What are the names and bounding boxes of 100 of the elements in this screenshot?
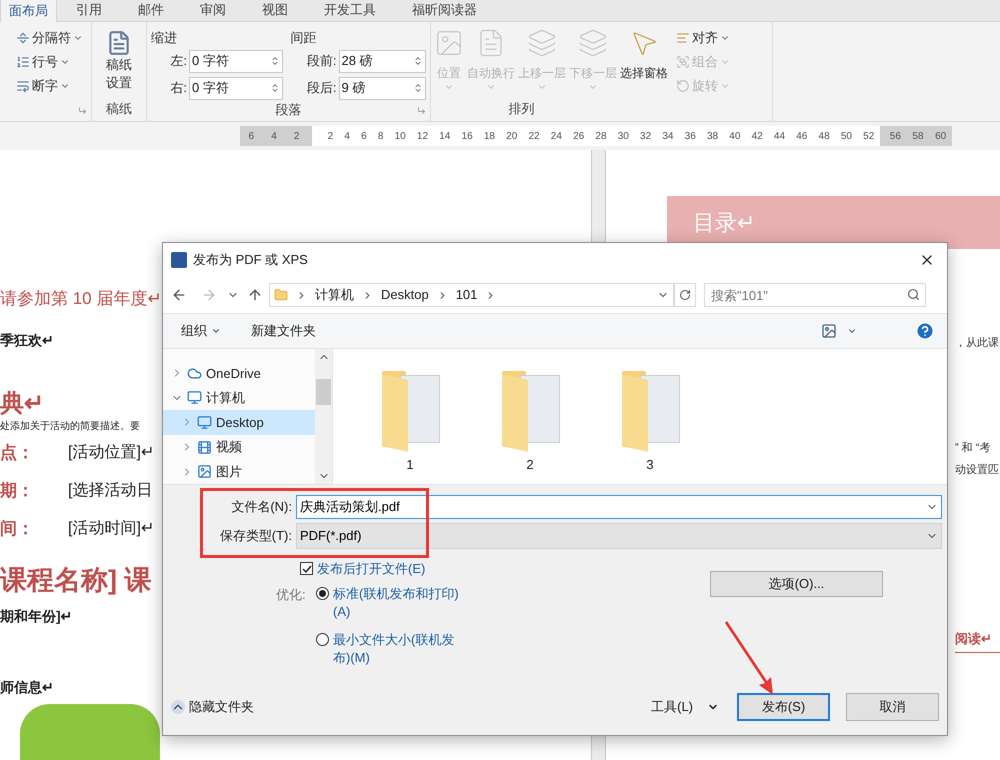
folder-item[interactable]: 2 [485,367,575,474]
detail-value: [活动位置]↵ [68,442,154,462]
ruler-number: 52 [863,130,874,144]
dialog-launcher-icon[interactable] [78,106,87,115]
spacing-label: 间距 [290,29,318,46]
ribbon-tab[interactable]: 引用 [59,0,119,21]
refresh-button[interactable] [674,283,696,307]
spin-field[interactable]: 0 字符 [189,50,283,72]
optimize-radio[interactable]: 标准(联机发布和打印)(A) [316,584,466,620]
optimize-radio[interactable]: 最小文件大小(联机发布)(M) [316,630,466,666]
dialog-title: 发布为 PDF 或 XPS [193,251,308,270]
ruler-number: 12 [416,130,428,144]
ribbon-tab[interactable]: 开发工具 [307,0,393,21]
ruler-number: 24 [550,130,562,144]
invitation-text: 请参加第 10 届年度↵ [0,288,162,310]
hide-folders-button[interactable]: 隐藏文件夹 [171,697,254,717]
ruler-number: 42 [752,130,763,144]
ribbon-menu-button[interactable]: 断字 [16,76,91,96]
file-name-field[interactable]: 庆典活动策划.pdf [296,495,942,519]
ribbon-item-icon [16,31,30,45]
spin-field[interactable]: 0 字符 [189,76,283,100]
toolbar-button[interactable]: 组织 [181,321,221,341]
breadcrumb-item[interactable]: Desktop [381,285,429,305]
tools-button[interactable]: 工具(L) [651,697,719,717]
ruler-number: 32 [640,130,652,144]
group-label: 段落 [276,101,302,119]
folder-icon [274,288,288,302]
nav-item-icon [197,440,212,455]
ribbon-menu-button[interactable]: 对齐 [676,28,730,48]
toolbar-button[interactable]: 新建文件夹 [251,321,316,341]
manuscript-settings-button[interactable]: 稿纸设置 [106,30,132,92]
ruler-number: 16 [462,130,473,144]
ribbon-large-button[interactable]: 选择窗格 [619,28,669,96]
ruler-number: 40 [729,130,740,144]
options-button[interactable]: 选项(O)... [710,571,883,597]
help-icon[interactable] [915,321,935,341]
nav-tree-item[interactable]: 视频 [163,434,315,460]
spin-field[interactable]: 9 磅 [338,76,426,100]
spacing-field-label: 右: [169,79,188,98]
ruler-number: 2 [294,130,300,144]
dialog-launcher-icon[interactable] [417,106,426,115]
teacher-heading: 师信息↵ [0,678,54,697]
folder-item[interactable]: 3 [605,367,695,474]
nav-tree-item[interactable]: 计算机 [163,386,315,410]
spinner-icon [413,56,423,66]
spacing-field-label: 段前: [306,52,338,70]
ruler-number: 2 [328,130,334,144]
ruler-number: 20 [506,130,518,144]
spin-field[interactable]: 28 磅 [338,50,426,72]
folder-name: 2 [526,456,534,474]
ribbon-menu-button[interactable]: 行号 [16,52,91,72]
address-bar[interactable]: 计算机 Desktop 101 [269,283,674,307]
ruler-number: 56 [890,130,901,144]
nav-tree-item[interactable]: Desktop [163,410,315,435]
description-text: 处添加关于活动的简要描述。要 [0,420,140,434]
breadcrumb-item[interactable]: 101 [456,285,478,305]
term-text: 期和年份]↵ [0,607,73,626]
up-icon[interactable] [247,287,263,303]
detail-value: [选择活动日 [68,480,152,500]
ruler-number: 22 [528,130,540,144]
body-text: ，从此课 [955,336,1000,351]
ribbon-item-icon [676,31,690,45]
ruler-number: 18 [484,130,495,144]
folder-item[interactable]: 1 [365,367,455,474]
open-after-publish-checkbox[interactable]: 发布后打开文件(E) [300,559,575,578]
ruler-number: 6 [361,130,367,144]
breadcrumb-item[interactable]: 计算机 [315,285,354,305]
view-options-button[interactable] [821,323,857,339]
ribbon-tab[interactable]: 审阅 [183,0,243,21]
ruler-number: 8 [378,130,384,144]
search-field[interactable]: 搜索"101" [704,283,926,307]
nav-tree-item[interactable]: 图片 [163,459,315,484]
ribbon-menu-button[interactable]: 分隔符 [16,28,91,48]
ruler-number: 34 [662,130,674,144]
detail-label: 间： [0,518,35,540]
checkmark-icon [302,564,312,574]
ribbon-item-icon [16,79,30,93]
detail-value: [活动时间]↵ [68,518,154,538]
ruler-number: 38 [706,130,718,144]
save-type-dropdown[interactable]: PDF(*.pdf) [296,523,942,549]
ruler-number: 6 [248,130,254,144]
nav-item-icon [187,366,202,381]
ribbon-item-icon [527,28,557,58]
scrollbar[interactable] [315,349,332,484]
scrollbar-thumb[interactable] [316,378,331,404]
nav-tree-item[interactable]: OneDrive [163,361,315,386]
ribbon-tab[interactable]: 面布局 [0,0,57,22]
ribbon-tab[interactable]: 视图 [245,0,305,21]
back-icon[interactable] [171,287,187,303]
cancel-button[interactable]: 取消 [846,693,939,721]
ruler-number: 48 [818,130,830,144]
nav-item-icon [197,464,212,480]
publish-button[interactable]: 发布(S) [737,693,830,721]
ruler-number: 4 [271,130,277,144]
ruler-number: 60 [935,130,946,144]
ribbon-tab[interactable]: 福昕阅读器 [395,0,494,21]
ribbon-item-icon [676,55,690,69]
ruler-number: 36 [684,130,696,144]
ribbon-item-icon [434,28,464,58]
ribbon-tab[interactable]: 邮件 [121,0,181,21]
